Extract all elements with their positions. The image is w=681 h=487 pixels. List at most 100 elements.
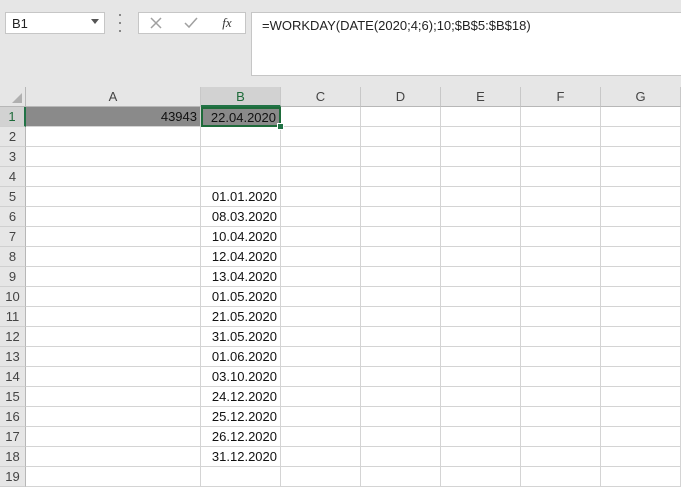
cell-e15[interactable] [441,387,521,407]
cell-g9[interactable] [601,267,681,287]
cell-g17[interactable] [601,427,681,447]
cell-c2[interactable] [281,127,361,147]
cell-d5[interactable] [361,187,441,207]
row-header-11[interactable]: 11 [0,307,26,327]
cell-c14[interactable] [281,367,361,387]
cell-e6[interactable] [441,207,521,227]
column-header-e[interactable]: E [441,87,521,107]
column-header-b[interactable]: B [201,87,281,107]
cell-c16[interactable] [281,407,361,427]
cell-g4[interactable] [601,167,681,187]
row-header-8[interactable]: 8 [0,247,26,267]
cell-b10[interactable]: 01.05.2020 [201,287,281,307]
cell-g6[interactable] [601,207,681,227]
cell-f14[interactable] [521,367,601,387]
cell-a11[interactable] [26,307,201,327]
cell-c9[interactable] [281,267,361,287]
cell-c3[interactable] [281,147,361,167]
cell-f3[interactable] [521,147,601,167]
cell-c17[interactable] [281,427,361,447]
cell-d6[interactable] [361,207,441,227]
cell-area[interactable]: 43943 22.04.2020 01.01.2020 08.03.2020 10.04… [26,107,681,487]
cell-g11[interactable] [601,307,681,327]
cell-e18[interactable] [441,447,521,467]
cell-e11[interactable] [441,307,521,327]
cell-f7[interactable] [521,227,601,247]
cell-f17[interactable] [521,427,601,447]
cell-a12[interactable] [26,327,201,347]
cell-f10[interactable] [521,287,601,307]
cell-b9[interactable]: 13.04.2020 [201,267,281,287]
select-all-button[interactable] [0,87,26,107]
cell-g1[interactable] [601,107,681,127]
cell-a4[interactable] [26,167,201,187]
cell-g19[interactable] [601,467,681,487]
row-header-2[interactable]: 2 [0,127,26,147]
cell-c10[interactable] [281,287,361,307]
cell-e10[interactable] [441,287,521,307]
cell-d9[interactable] [361,267,441,287]
cell-b15[interactable]: 24.12.2020 [201,387,281,407]
row-header-4[interactable]: 4 [0,167,26,187]
cell-c11[interactable] [281,307,361,327]
cell-a14[interactable] [26,367,201,387]
cell-a7[interactable] [26,227,201,247]
cell-e12[interactable] [441,327,521,347]
drag-handle-icon[interactable] [118,14,122,32]
formula-input[interactable]: =WORKDAY(DATE(2020;4;6);10;$B$5:$B$18) [251,12,681,76]
cell-b8[interactable]: 12.04.2020 [201,247,281,267]
cell-a6[interactable] [26,207,201,227]
cell-g5[interactable] [601,187,681,207]
cell-c19[interactable] [281,467,361,487]
cell-f13[interactable] [521,347,601,367]
cell-f2[interactable] [521,127,601,147]
cell-b3[interactable] [201,147,281,167]
cell-d19[interactable] [361,467,441,487]
cell-e13[interactable] [441,347,521,367]
cell-f6[interactable] [521,207,601,227]
cell-e17[interactable] [441,427,521,447]
row-header-14[interactable]: 14 [0,367,26,387]
cell-g12[interactable] [601,327,681,347]
cell-f9[interactable] [521,267,601,287]
cell-b12[interactable]: 31.05.2020 [201,327,281,347]
cell-e4[interactable] [441,167,521,187]
row-header-19[interactable]: 19 [0,467,26,487]
cell-b19[interactable] [201,467,281,487]
cell-a8[interactable] [26,247,201,267]
cell-a5[interactable] [26,187,201,207]
cell-e14[interactable] [441,367,521,387]
row-header-17[interactable]: 17 [0,427,26,447]
cell-b4[interactable] [201,167,281,187]
cell-b1[interactable]: 22.04.2020 [201,107,281,127]
cell-d13[interactable] [361,347,441,367]
cell-a13[interactable] [26,347,201,367]
enter-button[interactable] [179,14,203,32]
cell-a10[interactable] [26,287,201,307]
cell-b11[interactable]: 21.05.2020 [201,307,281,327]
cell-a18[interactable] [26,447,201,467]
column-header-d[interactable]: D [361,87,441,107]
cell-c5[interactable] [281,187,361,207]
cell-b16[interactable]: 25.12.2020 [201,407,281,427]
cell-b17[interactable]: 26.12.2020 [201,427,281,447]
cell-a1[interactable]: 43943 [26,107,201,127]
column-header-a[interactable]: A [26,87,201,107]
cell-e2[interactable] [441,127,521,147]
cell-g10[interactable] [601,287,681,307]
row-header-15[interactable]: 15 [0,387,26,407]
row-header-3[interactable]: 3 [0,147,26,167]
cell-d7[interactable] [361,227,441,247]
cell-d14[interactable] [361,367,441,387]
row-header-16[interactable]: 16 [0,407,26,427]
cell-a15[interactable] [26,387,201,407]
insert-function-button[interactable]: fx [215,14,239,32]
cell-g7[interactable] [601,227,681,247]
cell-g16[interactable] [601,407,681,427]
cell-g15[interactable] [601,387,681,407]
row-header-5[interactable]: 5 [0,187,26,207]
cell-a2[interactable] [26,127,201,147]
cell-c8[interactable] [281,247,361,267]
cell-c4[interactable] [281,167,361,187]
cell-c13[interactable] [281,347,361,367]
